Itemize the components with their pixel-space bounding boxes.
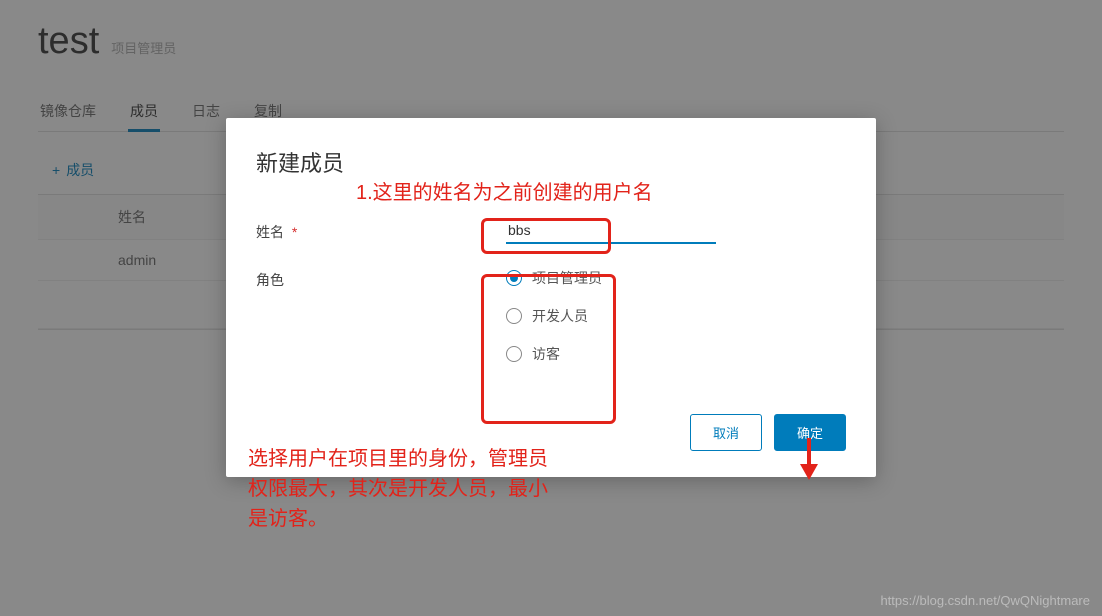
form-row-name: 姓名 * (256, 218, 846, 244)
name-input[interactable] (506, 218, 716, 244)
radio-icon (506, 346, 522, 362)
radio-project-admin[interactable]: 项目管理员 (506, 268, 846, 288)
annotation-text-1: 1.这里的姓名为之前创建的用户名 (356, 176, 836, 205)
radio-label: 项目管理员 (532, 268, 602, 288)
confirm-button[interactable]: 确定 (774, 414, 846, 451)
radio-guest[interactable]: 访客 (506, 344, 846, 364)
radio-icon (506, 270, 522, 286)
radio-developer[interactable]: 开发人员 (506, 306, 846, 326)
annotation-text-2-line3: 是访客。 (248, 504, 548, 534)
radio-icon (506, 308, 522, 324)
annotation-text-2: 选择用户在项目里的身份，管理员 权限最大，其次是开发人员，最小 是访客。 (248, 444, 548, 534)
required-asterisk: * (292, 224, 297, 240)
modal-overlay: 新建成员 姓名 * 角色 项目管理员 开发人员 (0, 0, 1102, 616)
role-radio-group: 项目管理员 开发人员 访客 (506, 266, 846, 364)
role-label: 角色 (256, 266, 506, 290)
modal-footer: 取消 确定 (256, 414, 846, 451)
name-label: 姓名 * (256, 218, 506, 242)
new-member-modal: 新建成员 姓名 * 角色 项目管理员 开发人员 (226, 118, 876, 477)
cancel-button[interactable]: 取消 (690, 414, 762, 451)
form-row-role: 角色 项目管理员 开发人员 访客 (256, 266, 846, 364)
radio-label: 访客 (532, 344, 560, 364)
watermark: https://blog.csdn.net/QwQNightmare (880, 593, 1090, 608)
radio-label: 开发人员 (532, 306, 588, 326)
modal-title: 新建成员 (256, 146, 846, 178)
annotation-text-2-line2: 权限最大，其次是开发人员，最小 (248, 474, 548, 504)
name-label-text: 姓名 (256, 224, 284, 240)
